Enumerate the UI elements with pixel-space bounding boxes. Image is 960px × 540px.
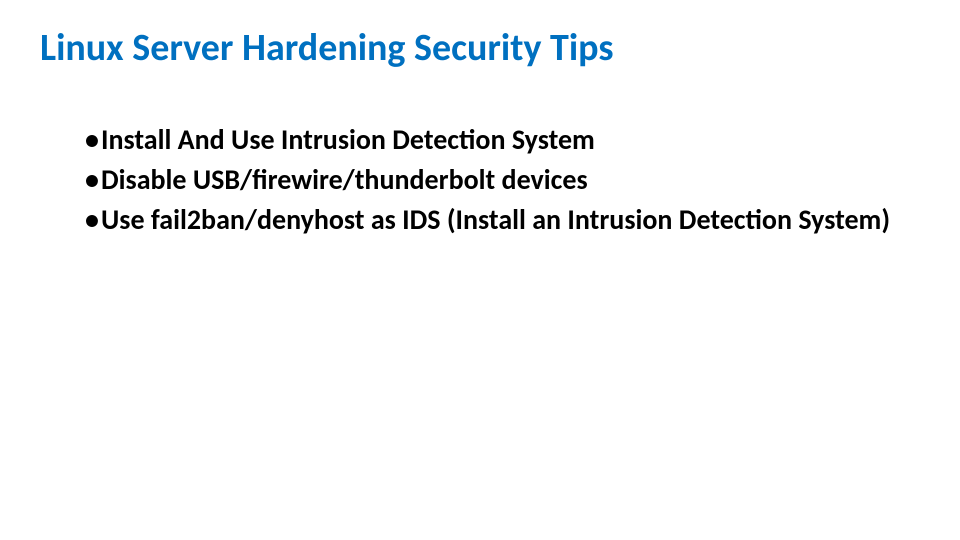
bullet-item: Install And Use Intrusion Detection Syst… bbox=[85, 121, 920, 159]
bullet-item: Disable USB/firewire/thunderbolt devices bbox=[85, 161, 920, 199]
bullet-item: Use fail2ban/denyhost as IDS (Install an… bbox=[85, 201, 920, 239]
bullet-list: Install And Use Intrusion Detection Syst… bbox=[40, 121, 920, 238]
slide-title: Linux Server Hardening Security Tips bbox=[40, 25, 920, 71]
